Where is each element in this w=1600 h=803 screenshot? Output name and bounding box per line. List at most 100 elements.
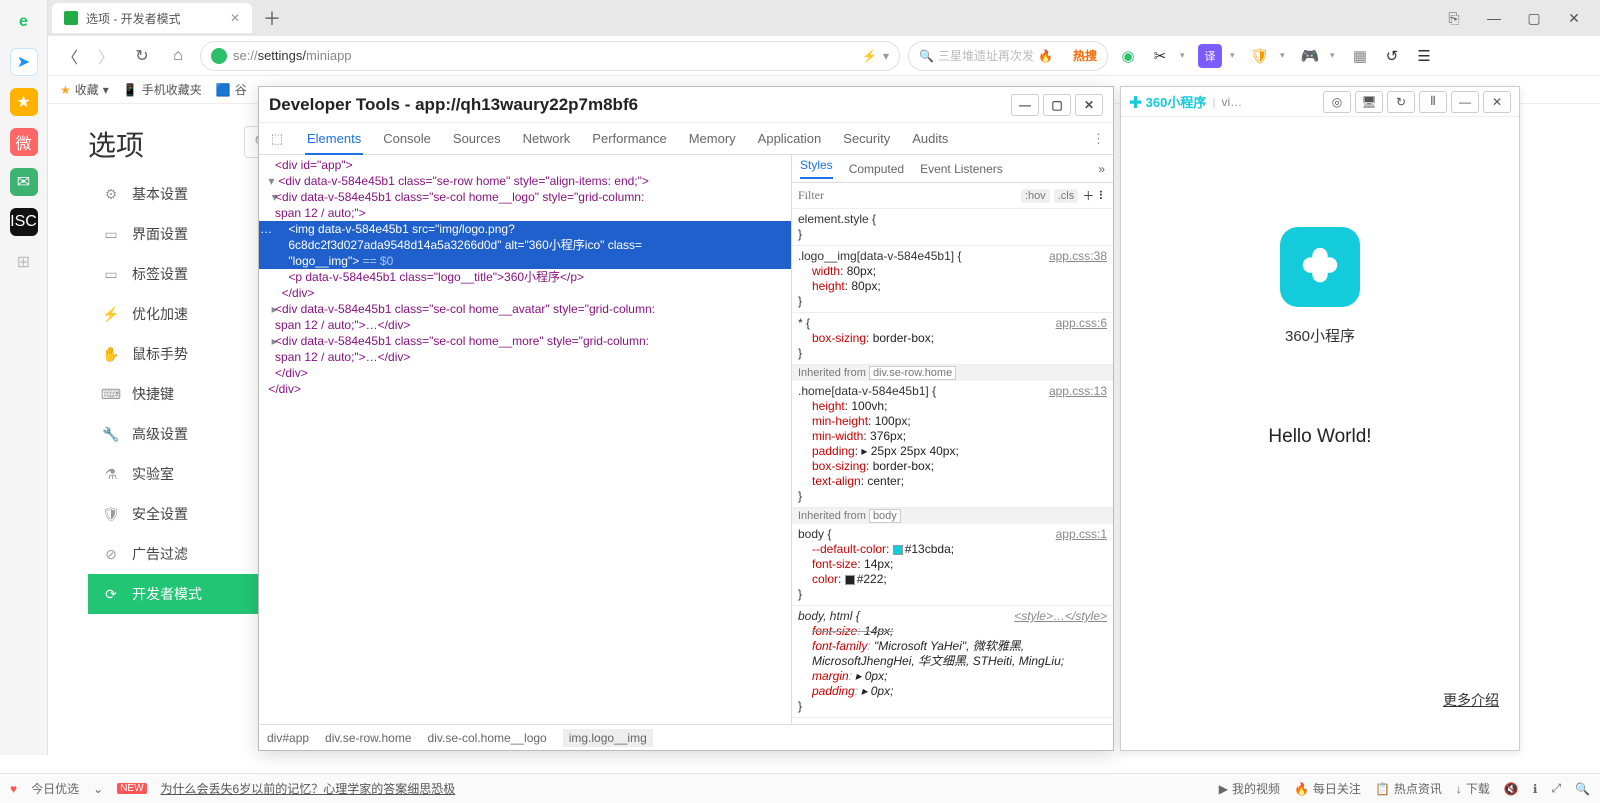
ip-icon[interactable]: ℹ xyxy=(1533,782,1538,796)
sidebar-icon: ⌨ xyxy=(102,385,120,403)
devtools-tab-network[interactable]: Network xyxy=(521,124,573,153)
grid-icon[interactable]: ▦ xyxy=(1348,44,1372,68)
dropdown-icon[interactable]: ▾ xyxy=(1230,50,1240,61)
heart-icon[interactable]: ♥ xyxy=(10,782,17,796)
search-icon: 🔍 xyxy=(919,49,934,63)
home-button[interactable]: ⌂ xyxy=(164,42,192,70)
favorites-rail-icon[interactable]: ★ xyxy=(10,88,38,116)
game-icon[interactable]: 🎮 xyxy=(1298,44,1322,68)
toolbar-icon-2[interactable]: 🛡 xyxy=(1248,44,1272,68)
hot-news-link[interactable]: 📋 热点资讯 xyxy=(1375,780,1442,797)
event-listeners-tab[interactable]: Event Listeners xyxy=(920,162,1003,176)
inspect-icon[interactable]: ⬚ xyxy=(267,131,287,147)
add-rail-icon[interactable]: ⊞ xyxy=(10,248,38,276)
bookmark-mobile[interactable]: 📱 手机收藏夹 xyxy=(123,81,202,98)
devtools-maximize-button[interactable]: ▢ xyxy=(1043,94,1071,116)
bookmark-google[interactable]: 🟦 谷 xyxy=(216,81,247,98)
menu-icon[interactable]: ☰ xyxy=(1412,44,1436,68)
source-link[interactable]: app.css:13 xyxy=(1049,384,1107,399)
miniapp-body: 360小程序 Hello World! xyxy=(1121,117,1519,448)
dropdown-icon[interactable]: ▾ xyxy=(1180,50,1190,61)
lightning-icon[interactable]: ⚡ xyxy=(862,49,877,63)
source-link[interactable]: app.css:38 xyxy=(1049,249,1107,264)
source-link[interactable]: app.css:1 xyxy=(1056,527,1107,542)
devtools-settings-icon[interactable]: ⋮ xyxy=(1092,131,1105,147)
mail-rail-icon[interactable]: ✉ xyxy=(10,168,38,196)
today-picks[interactable]: 今日优选 xyxy=(31,780,79,797)
devtools-close-button[interactable]: ✕ xyxy=(1075,94,1103,116)
isc-rail-icon[interactable]: ISC xyxy=(10,208,38,236)
devtools-title-bar[interactable]: Developer Tools - app://qh13waury22p7m8b… xyxy=(259,87,1113,123)
breadcrumb-item[interactable]: div#app xyxy=(267,731,309,745)
devtools-tab-elements[interactable]: Elements xyxy=(305,124,363,155)
compass-icon[interactable]: ➤ xyxy=(10,48,38,76)
new-tab-button[interactable]: ＋ xyxy=(258,4,286,32)
mute-icon[interactable]: 🔇 xyxy=(1504,782,1519,796)
dropdown-icon[interactable]: ▾ xyxy=(1330,50,1340,61)
miniapp-refresh-icon[interactable]: ↻ xyxy=(1387,91,1415,113)
tab-title: 选项 - 开发者模式 xyxy=(86,10,222,27)
styles-tab[interactable]: Styles xyxy=(800,158,833,179)
extension-icon[interactable]: ⎘ xyxy=(1436,4,1472,32)
daily-focus-link[interactable]: 🔥 每日关注 xyxy=(1294,780,1361,797)
computed-tab[interactable]: Computed xyxy=(849,162,904,176)
hov-chip[interactable]: :hov xyxy=(1021,189,1050,203)
toolbar: 〈 〉 ↻ ⌂ se://settings/miniapp ⚡ ▾ 🔍 三星堆遗… xyxy=(48,36,1600,76)
news-headline[interactable]: 为什么会丢失6岁以前的记忆？心理学家的答案细思恐极 xyxy=(161,780,456,797)
miniapp-close-button[interactable]: ✕ xyxy=(1483,91,1511,113)
forward-button[interactable]: 〉 xyxy=(92,42,120,70)
breadcrumb-item[interactable]: div.se-col.home__logo xyxy=(428,731,547,745)
restore-icon[interactable]: ↺ xyxy=(1380,44,1404,68)
devtools-tab-security[interactable]: Security xyxy=(841,124,892,153)
expand-icon[interactable]: ⤢ xyxy=(1551,781,1561,796)
add-rule-icon[interactable]: ＋ xyxy=(1082,187,1094,204)
miniapp-minimize-button[interactable]: — xyxy=(1451,91,1479,113)
translate-icon[interactable]: 译 xyxy=(1198,44,1222,68)
zoom-icon[interactable]: 🔍 xyxy=(1575,782,1590,796)
search-box[interactable]: 🔍 三星堆遗址再次发 🔥 热搜 xyxy=(908,41,1108,71)
devtools-tab-performance[interactable]: Performance xyxy=(590,124,668,153)
browser-tab[interactable]: 选项 - 开发者模式 ✕ xyxy=(52,3,252,33)
more-tabs-icon[interactable]: » xyxy=(1098,162,1105,176)
favorites-button[interactable]: ★收藏 ▾ xyxy=(60,81,109,98)
cls-chip[interactable]: .cls xyxy=(1054,189,1079,203)
devtools-tab-memory[interactable]: Memory xyxy=(687,124,738,153)
devtools-tab-audits[interactable]: Audits xyxy=(910,124,950,153)
devtools-minimize-button[interactable]: — xyxy=(1011,94,1039,116)
devtools-tab-console[interactable]: Console xyxy=(381,124,433,153)
tab-close-icon[interactable]: ✕ xyxy=(230,11,240,25)
miniapp-device-icon[interactable]: 🖥 xyxy=(1355,91,1383,113)
back-button[interactable]: 〈 xyxy=(56,42,84,70)
browser-logo-icon[interactable]: e xyxy=(10,8,38,36)
toolbar-icon-1[interactable]: ◉ xyxy=(1116,44,1140,68)
window-maximize-button[interactable]: ▢ xyxy=(1516,4,1552,32)
breadcrumb-item[interactable]: div.se-row.home xyxy=(325,731,411,745)
dropdown-icon[interactable]: ▾ xyxy=(883,49,889,63)
selected-dom-node[interactable]: <img data-v-584e45b1 src="img/logo.png? xyxy=(259,221,791,237)
window-minimize-button[interactable]: — xyxy=(1476,4,1512,32)
my-video-link[interactable]: ▶ 我的视频 xyxy=(1219,780,1280,797)
scissors-icon[interactable]: ✂ xyxy=(1148,44,1172,68)
app-rail: e ➤ ★ 微 ✉ ISC ⊞ xyxy=(0,0,48,755)
chevron-down-icon[interactable]: ⌄ xyxy=(93,782,103,796)
download-icon[interactable]: ↓ 下载 xyxy=(1456,780,1490,797)
miniapp-header: ✚ 360小程序 | vi… ◎ 🖥 ↻ ⦀ — ✕ xyxy=(1121,87,1519,117)
breadcrumb-item[interactable]: img.logo__img xyxy=(563,729,653,747)
devtools-tab-application[interactable]: Application xyxy=(756,124,824,153)
more-info-link[interactable]: 更多介绍 xyxy=(1443,690,1499,710)
window-close-button[interactable]: ✕ xyxy=(1556,4,1592,32)
dom-breadcrumb[interactable]: div#app div.se-row.home div.se-col.home_… xyxy=(259,724,1113,750)
weibo-rail-icon[interactable]: 微 xyxy=(10,128,38,156)
more-icon[interactable]: ⠇ xyxy=(1098,189,1107,203)
source-link[interactable]: app.css:6 xyxy=(1056,316,1107,331)
style-rules[interactable]: element.style {} app.css:38 .logo__img[d… xyxy=(792,209,1113,724)
miniapp-target-icon[interactable]: ◎ xyxy=(1323,91,1351,113)
dropdown-icon[interactable]: ▾ xyxy=(1280,50,1290,61)
dom-tree[interactable]: <div id="app"> ▾ <div data-v-584e45b1 cl… xyxy=(259,155,791,724)
devtools-tab-sources[interactable]: Sources xyxy=(451,124,503,153)
reload-button[interactable]: ↻ xyxy=(128,42,156,70)
address-bar[interactable]: se://settings/miniapp ⚡ ▾ xyxy=(200,41,900,71)
miniapp-more-icon[interactable]: ⦀ xyxy=(1419,91,1447,113)
styles-filter-input[interactable] xyxy=(798,188,1017,203)
source-link[interactable]: <style>…</style> xyxy=(1014,609,1107,624)
